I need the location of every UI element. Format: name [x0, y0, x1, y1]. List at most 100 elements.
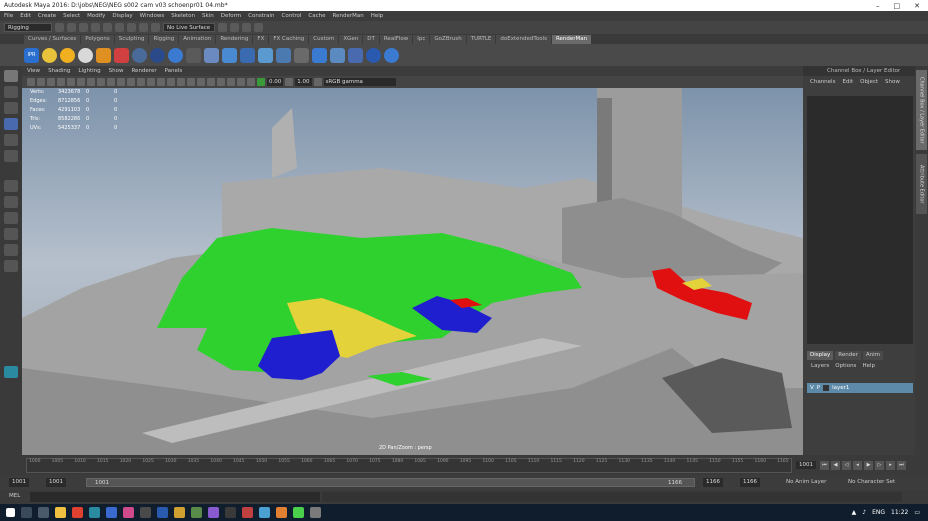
render-icon[interactable]: [218, 23, 227, 32]
new-scene-icon[interactable]: [55, 23, 64, 32]
step-forward-icon[interactable]: ▸: [886, 461, 895, 470]
menu-select[interactable]: Select: [63, 13, 80, 19]
paint-select-icon[interactable]: [4, 102, 18, 114]
shelf-tab-xgen[interactable]: XGen: [339, 34, 363, 44]
menu-help[interactable]: Help: [371, 13, 384, 19]
network-icon[interactable]: ▲: [852, 509, 857, 516]
ipr-render-icon[interactable]: [230, 23, 239, 32]
film-gate-icon[interactable]: [77, 78, 85, 86]
prev-key-icon[interactable]: ◁: [842, 461, 851, 470]
select-object-icon[interactable]: [103, 23, 112, 32]
shelf-tab-turtle[interactable]: TURTLE: [466, 34, 496, 44]
layer-menu-layers[interactable]: Layers: [811, 363, 829, 369]
app-icon-1[interactable]: [106, 507, 117, 518]
menu-file[interactable]: File: [4, 13, 13, 19]
app-icon-13[interactable]: [310, 507, 321, 518]
menu-create[interactable]: Create: [38, 13, 56, 19]
go-end-icon[interactable]: ⏭: [897, 461, 906, 470]
single-pane-icon[interactable]: [4, 180, 18, 192]
layer-tab-render[interactable]: Render: [835, 351, 861, 360]
layer-icon[interactable]: [276, 47, 291, 63]
safe-action-icon[interactable]: [117, 78, 125, 86]
open-scene-icon[interactable]: [67, 23, 76, 32]
layer-playback-toggle[interactable]: P: [817, 385, 820, 391]
next-key-icon[interactable]: ▷: [875, 461, 884, 470]
shelf-tab-renderman[interactable]: RenderMan: [551, 34, 592, 44]
range-bar[interactable]: 1001 1166: [86, 478, 695, 487]
isolate-icon[interactable]: [217, 78, 225, 86]
hypershade-icon[interactable]: [254, 23, 263, 32]
display-icon[interactable]: [258, 47, 273, 63]
layout-icon-3[interactable]: [4, 244, 18, 256]
menu-windows[interactable]: Windows: [140, 13, 165, 19]
menu-deform[interactable]: Deform: [221, 13, 241, 19]
app-icon-4[interactable]: [157, 507, 168, 518]
layer-menu-options[interactable]: Options: [835, 363, 856, 369]
scene-start-field[interactable]: 1001: [9, 478, 29, 487]
image-plane-icon[interactable]: [57, 78, 65, 86]
snap-point-icon[interactable]: [151, 23, 160, 32]
sun-light-icon[interactable]: [60, 47, 75, 63]
menu-modify[interactable]: Modify: [87, 13, 105, 19]
four-pane-icon[interactable]: [4, 196, 18, 208]
script-language-label[interactable]: MEL: [9, 493, 20, 499]
ipr-icon[interactable]: IPR: [24, 47, 39, 63]
textured-icon[interactable]: [147, 78, 155, 86]
layer-name[interactable]: layer1: [832, 385, 849, 391]
select-tool-icon[interactable]: [4, 70, 18, 82]
rotate-tool-icon[interactable]: [4, 134, 18, 146]
aa-icon[interactable]: [197, 78, 205, 86]
step-back-icon[interactable]: ◀: [831, 461, 840, 470]
texture-icon[interactable]: [330, 47, 345, 63]
layer-color-swatch[interactable]: [823, 385, 830, 391]
app-icon-11[interactable]: [276, 507, 287, 518]
timeline-ticks[interactable]: 1000 1005 1010 1015 1020 1025 1030 1035 1040 1045…: [26, 458, 792, 473]
shelf-tab-fx-caching[interactable]: FX Caching: [269, 34, 309, 44]
field-chart-icon[interactable]: [107, 78, 115, 86]
shelf-tab-rigging[interactable]: Rigging: [149, 34, 179, 44]
range-end-field[interactable]: 1166: [703, 478, 723, 487]
area-light-icon[interactable]: [96, 47, 111, 63]
select-component-icon[interactable]: [115, 23, 124, 32]
camera-attr-icon[interactable]: [37, 78, 45, 86]
shelf-tab-gozbrush[interactable]: GoZBrush: [430, 34, 466, 44]
ao-icon[interactable]: [177, 78, 185, 86]
side-tab-attribute-editor[interactable]: Attribute Editor: [916, 154, 927, 214]
viewport-menu-view[interactable]: View: [27, 68, 40, 74]
color-management-icon[interactable]: [313, 78, 322, 86]
xray-joints-icon[interactable]: [237, 78, 245, 86]
viewport-menu-shading[interactable]: Shading: [48, 68, 70, 74]
bake-icon[interactable]: [222, 47, 237, 63]
shelf-tab-rendering[interactable]: Rendering: [216, 34, 253, 44]
snap-curve-icon[interactable]: [139, 23, 148, 32]
gamma-icon[interactable]: [285, 78, 294, 86]
viewport-menu-renderer[interactable]: Renderer: [131, 68, 156, 74]
scene-end-field[interactable]: 1166: [740, 478, 760, 487]
minimize-icon[interactable]: –: [876, 2, 880, 10]
menu-cache[interactable]: Cache: [308, 13, 325, 19]
smooth-shade-icon[interactable]: [137, 78, 145, 86]
shelf-tab-realflow[interactable]: RealFlow: [379, 34, 413, 44]
gate-mask-icon[interactable]: [97, 78, 105, 86]
exposure-field[interactable]: 0.00: [267, 78, 284, 86]
help-icon[interactable]: [384, 47, 399, 63]
shelf-tab-doextendedtools[interactable]: doExtendedTools: [496, 34, 551, 44]
layer-tab-anim[interactable]: Anim: [862, 351, 884, 360]
preset-icon[interactable]: [312, 47, 327, 63]
layout-icon-1[interactable]: [4, 212, 18, 224]
chrome-icon[interactable]: [72, 507, 83, 518]
app-icon-6[interactable]: [191, 507, 202, 518]
lighting-icon[interactable]: [157, 78, 165, 86]
input-language[interactable]: ENG: [872, 509, 885, 516]
cache-icon[interactable]: [348, 47, 363, 63]
shelf-tab-sculpting[interactable]: Sculpting: [114, 34, 149, 44]
character-set-select[interactable]: No Character Set: [848, 479, 895, 485]
3d-viewport[interactable]: Verts: 3423678 0 0 Edges: 8712856 0 0 Faces: 4291…: [22, 88, 803, 455]
channel-menu-show[interactable]: Show: [885, 79, 900, 85]
layer-visibility-toggle[interactable]: V: [810, 385, 814, 391]
menu-skeleton[interactable]: Skeleton: [171, 13, 195, 19]
channel-menu-object[interactable]: Object: [860, 79, 878, 85]
menu-edit[interactable]: Edit: [20, 13, 31, 19]
side-tab-channel-box[interactable]: Channel Box / Layer Editor: [916, 70, 927, 150]
play-forward-icon[interactable]: ▶: [864, 461, 873, 470]
